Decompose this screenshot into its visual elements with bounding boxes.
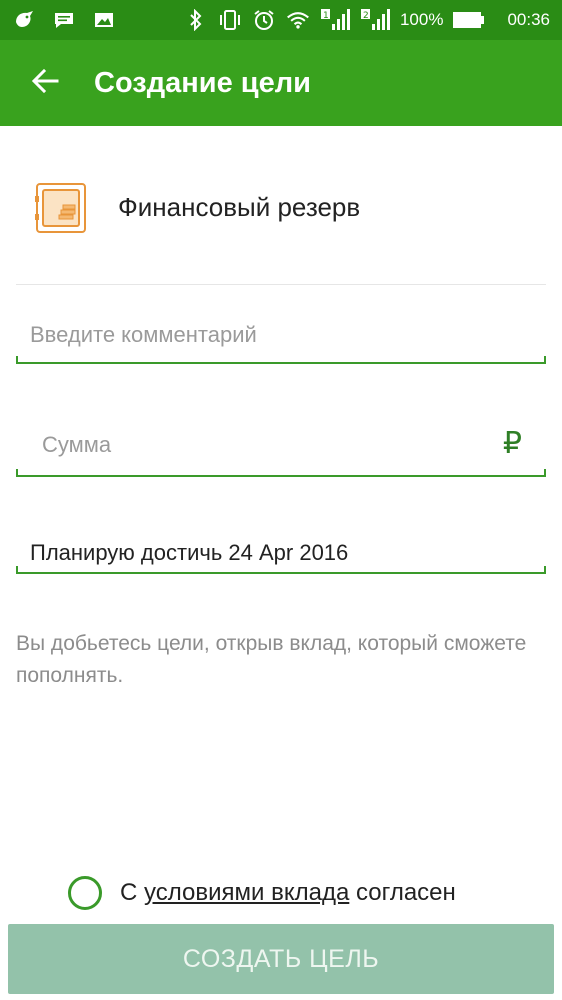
comment-field-container: [16, 318, 546, 368]
battery-percent: 100%: [399, 10, 444, 29]
battery-icon: [453, 8, 485, 32]
agreement-prefix: С: [120, 879, 144, 906]
arrow-left-icon: [31, 68, 59, 99]
safe-icon: [35, 182, 87, 239]
signal-2-icon: 2: [360, 8, 390, 32]
svg-text:1: 1: [323, 11, 329, 21]
clock: 00:36: [507, 10, 550, 29]
date-field[interactable]: Планирую достичь 24 Apr 2016: [16, 534, 546, 584]
screen: 1 2 100% 00:36 Создание цели Финансовый …: [0, 0, 562, 1000]
comment-underline: [16, 356, 546, 364]
sum-input[interactable]: [42, 432, 482, 458]
sum-underline: [16, 469, 546, 477]
agreement-row: С условиями вклада согласен: [68, 876, 456, 910]
page-title: Создание цели: [94, 66, 311, 99]
hint-text: Вы добьетесь цели, открыв вклад, который…: [16, 632, 527, 687]
agreement-suffix: согласен: [349, 879, 456, 906]
wifi-icon: [286, 8, 310, 32]
date-underline: [16, 566, 546, 574]
deposit-terms-link[interactable]: условиями вклада: [144, 879, 349, 906]
create-goal-button[interactable]: СОЗДАТЬ ЦЕЛЬ: [8, 924, 554, 994]
goal-name: Финансовый резерв: [118, 192, 361, 222]
agreement-radio[interactable]: [68, 876, 102, 910]
vibrate-icon: [218, 8, 242, 32]
ruble-icon: ₽: [502, 427, 522, 460]
sum-field-container: ₽: [16, 426, 546, 481]
status-bar: 1 2 100% 00:36: [0, 0, 562, 40]
status-bar-left: [12, 8, 116, 32]
status-bar-right: 1 2 100% 00:36: [184, 8, 550, 32]
comment-input[interactable]: [30, 322, 530, 348]
alarm-icon: [252, 8, 276, 32]
target-date-text: Планирую достичь 24 Apr 2016: [30, 540, 349, 565]
bird-icon: [12, 8, 36, 32]
chat-icon: [52, 8, 76, 32]
image-icon: [92, 8, 116, 32]
bluetooth-icon: [184, 8, 208, 32]
svg-text:2: 2: [363, 11, 369, 21]
divider: [16, 284, 546, 285]
toolbar: Создание цели: [0, 40, 562, 126]
back-button[interactable]: [0, 40, 90, 126]
agreement-text: С условиями вклада согласен: [120, 879, 456, 907]
signal-1-icon: 1: [320, 8, 350, 32]
